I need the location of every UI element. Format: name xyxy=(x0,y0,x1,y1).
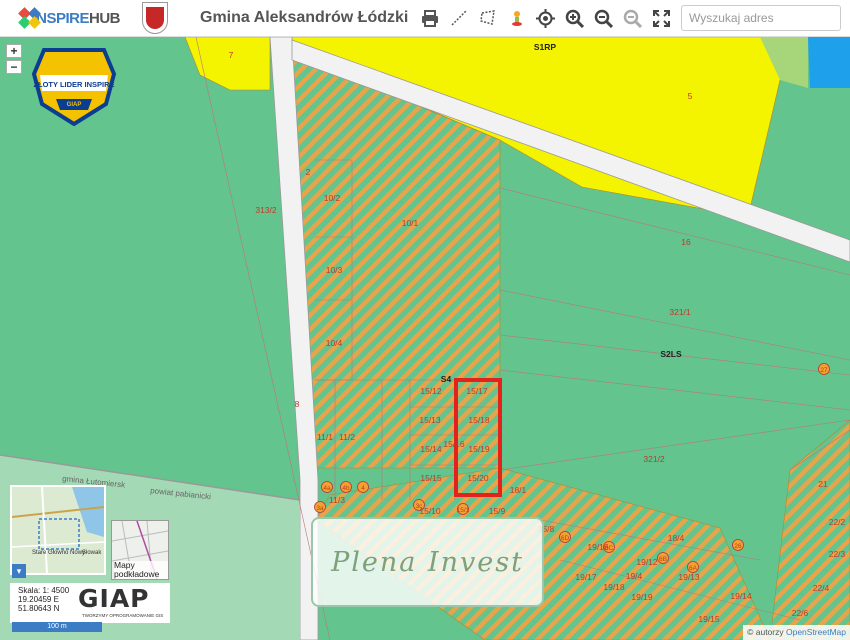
toolbar xyxy=(420,8,671,28)
parcel-label: 26 xyxy=(734,543,742,550)
parcel-label: 10/2 xyxy=(324,193,341,203)
top-bar: INSPIREHUB Gmina Aleksandrów Łódzki xyxy=(0,0,850,37)
parcel-label: 15/20 xyxy=(467,473,489,483)
fullscreen-icon[interactable] xyxy=(652,9,671,28)
parcel-label: 321/1 xyxy=(669,307,691,317)
inspirehub-logo-icon xyxy=(18,7,41,29)
parcel-label: 4a xyxy=(323,485,331,492)
municipality-crest xyxy=(142,2,168,34)
print-icon[interactable] xyxy=(420,9,439,28)
parcel-label: 15/17 xyxy=(466,386,488,396)
parcel-label: 18/1 xyxy=(510,485,527,495)
parcel-label: 15/16 xyxy=(443,439,465,449)
badge-title: ZŁOTY LIDER INSPIRE xyxy=(33,80,115,89)
parcel-label: 19/15 xyxy=(698,614,720,624)
parcel-label: 10/1 xyxy=(402,218,419,228)
parcel-label: 11/3 xyxy=(329,495,345,505)
locate-icon[interactable] xyxy=(536,8,555,28)
parcel-label: 10/4 xyxy=(326,338,343,348)
zoom-out-icon[interactable] xyxy=(594,9,613,28)
parcel-label: 313/2 xyxy=(255,205,277,215)
parcel-label: 8 xyxy=(295,399,300,409)
street-view-icon[interactable] xyxy=(507,9,526,28)
parcel-label: 18/4 xyxy=(668,533,685,543)
parcel-label: 15/13 xyxy=(419,415,441,425)
parcel-label: 22/3 xyxy=(829,549,846,559)
longitude-value: 19.20459 E xyxy=(18,595,59,604)
scale-value: Skala: 1: 4500 xyxy=(18,586,70,595)
parcel-label: 15/12 xyxy=(420,386,442,396)
page-title: Gmina Aleksandrów Łódzki xyxy=(200,9,409,26)
zoom-extent-icon[interactable] xyxy=(623,9,642,28)
zoom-out-button[interactable]: − xyxy=(6,60,22,74)
parcel-label: 5 xyxy=(688,91,693,101)
basemaps-label: Mapy podkładowe xyxy=(114,561,168,579)
parcel-label: 321/2 xyxy=(643,454,665,464)
parcel-label: 22/6 xyxy=(792,608,809,618)
chevron-down-icon[interactable]: ▾ xyxy=(12,564,26,578)
parcel-label: 19/19 xyxy=(631,592,653,602)
overview-minimap[interactable]: Stare Głowno Nowy Słowak xyxy=(10,485,106,575)
brand-text: Plena Invest xyxy=(331,546,524,578)
parcel-label: 19/12 xyxy=(636,557,658,567)
map-attribution: © autorzy OpenStreetMap xyxy=(743,625,850,640)
parcel-label: 19/18 xyxy=(603,582,625,592)
logo-prefix: INSPIRE xyxy=(32,9,89,27)
parcel-label: 10/3 xyxy=(326,265,343,275)
parcel-label: 7 xyxy=(229,50,234,60)
parcel-label: 4 xyxy=(361,485,365,492)
parcel-label: 4b xyxy=(342,485,350,492)
parcel-label: 15/19 xyxy=(468,444,490,454)
zoom-in-icon[interactable] xyxy=(565,9,584,28)
giap-tagline: TWORZYMY OPROGRAMOWANIE GIS xyxy=(82,613,164,618)
parcel-label: 15/14 xyxy=(420,444,442,454)
parcel-label: 6D xyxy=(561,535,570,542)
measure-area-icon[interactable] xyxy=(478,9,497,28)
parcel-label: 2 xyxy=(306,167,311,177)
latitude-value: 51.80643 N xyxy=(18,604,60,613)
attribution-prefix: © autorzy xyxy=(747,627,784,637)
parcel-label: 22/4 xyxy=(813,583,830,593)
measure-line-icon[interactable] xyxy=(449,9,468,28)
parcel-label: 15/1 xyxy=(457,507,470,514)
parcel-label: 21 xyxy=(818,479,828,489)
minimap-label-2: Słowak xyxy=(82,550,102,556)
parcel-label: S4 xyxy=(441,374,452,384)
giap-logo: GIAP xyxy=(78,584,150,613)
parcel-label: 15/18 xyxy=(468,415,490,425)
inspirehub-logo[interactable]: INSPIREHUB xyxy=(18,7,121,29)
parcel-label: 22/2 xyxy=(829,517,846,527)
parcel-label: 11/1 xyxy=(317,432,333,442)
parcel-label: 19/17 xyxy=(575,572,597,582)
zoom-controls: + − xyxy=(6,44,22,76)
zoom-in-button[interactable]: + xyxy=(6,44,22,58)
parcel-label: 27 xyxy=(820,367,828,374)
parcel-label: 15/15 xyxy=(420,473,442,483)
parcel-label: S1RP xyxy=(534,42,557,52)
parcel-label: 15/9 xyxy=(489,506,506,516)
minimap-label-1: Stare Głowno Nowy xyxy=(32,550,86,556)
search-input[interactable] xyxy=(681,5,841,31)
inspire-leader-badge: ZŁOTY LIDER INSPIRE GIAP xyxy=(26,44,122,127)
parcel-label: 19/4 xyxy=(626,571,643,581)
osm-link[interactable]: OpenStreetMap xyxy=(786,627,846,637)
parcel-label: 19/16 xyxy=(587,542,609,552)
parcel-label: 6A xyxy=(689,565,698,572)
badge-subtitle: GIAP xyxy=(66,102,82,108)
logo-suffix: HUB xyxy=(89,9,121,27)
parcel-label: 11/2 xyxy=(339,432,355,442)
parcel-label: 19/14 xyxy=(730,591,752,601)
scale-panel: Skala: 1: 4500 19.20459 E 51.80643 N GIA… xyxy=(10,583,170,623)
parcel-label: 15/10 xyxy=(419,506,441,516)
parcel-label: 16 xyxy=(681,237,691,247)
brand-watermark: Plena Invest xyxy=(311,517,544,607)
basemap-switcher[interactable]: Mapy podkładowe xyxy=(111,520,169,580)
parcel-label: 19/13 xyxy=(678,572,700,582)
scale-bar: 100 m xyxy=(12,622,102,632)
parcel-label: S2LS xyxy=(660,349,682,359)
parcel-label: 3a xyxy=(316,505,324,512)
parcel-label: 6B xyxy=(659,556,667,563)
